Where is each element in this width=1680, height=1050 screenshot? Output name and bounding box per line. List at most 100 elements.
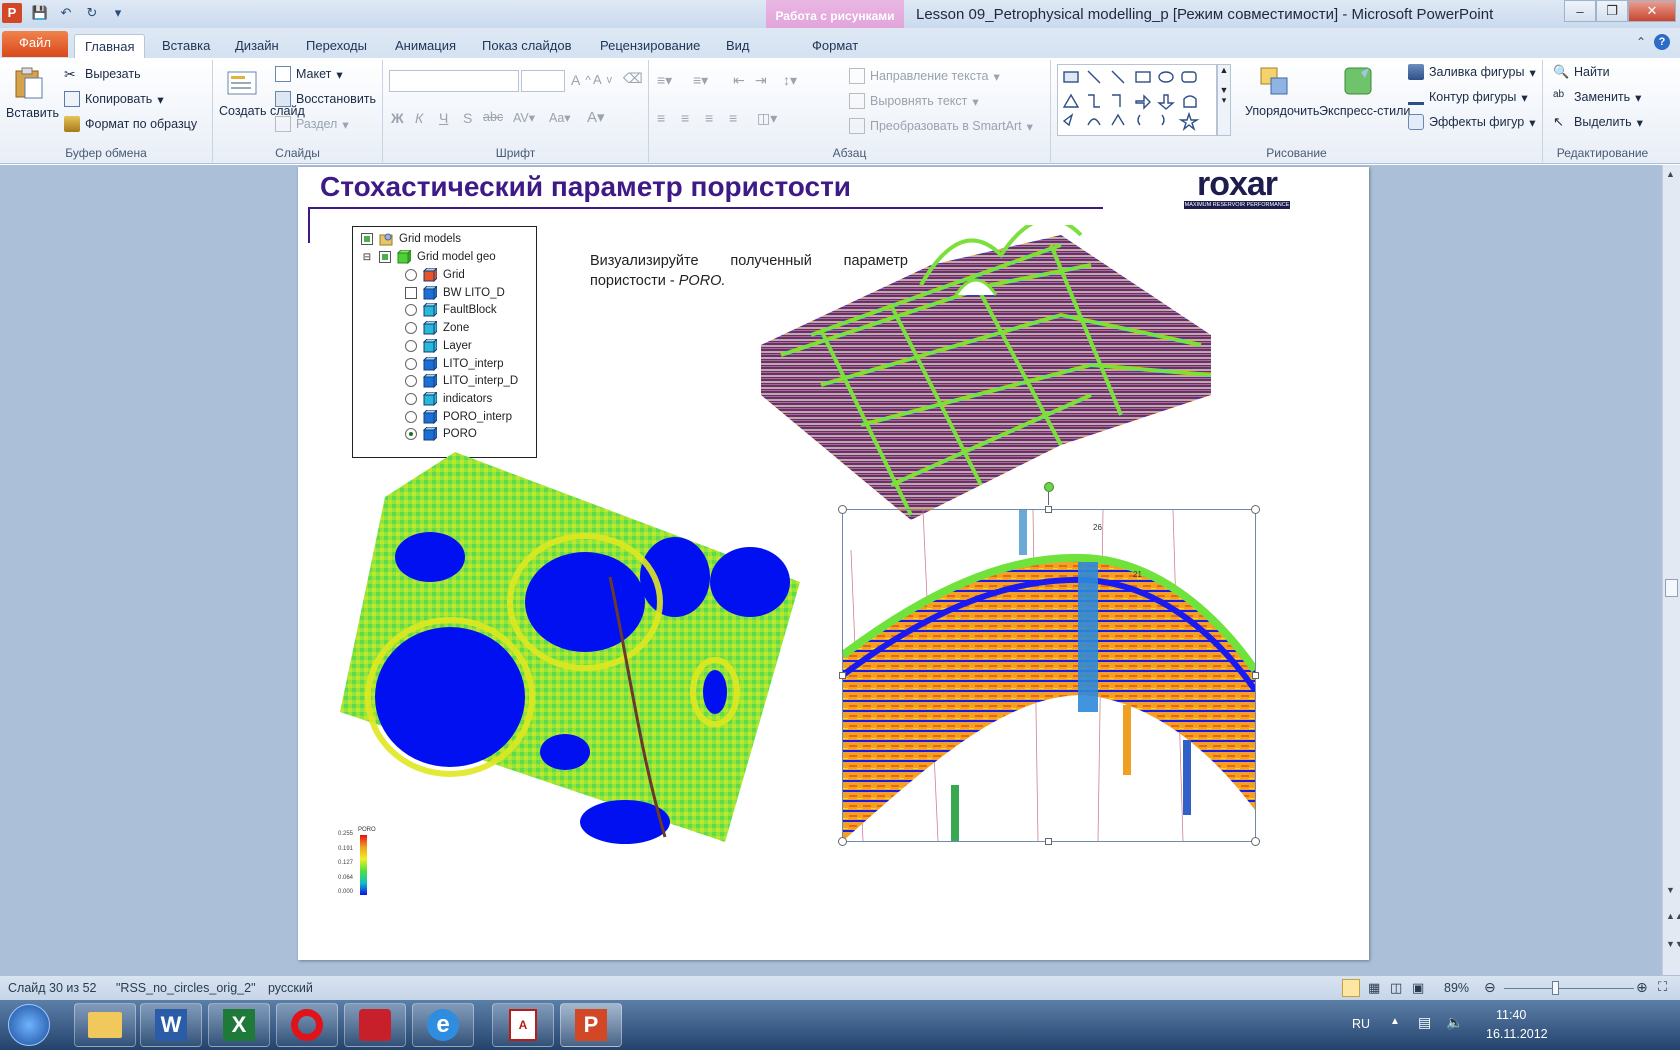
pdf-reader-taskbar-icon[interactable]: A (492, 1003, 554, 1047)
input-language[interactable]: RU (1352, 1017, 1370, 1031)
grow-font-button[interactable]: A ^ (571, 72, 591, 88)
model-checkbox[interactable] (379, 251, 391, 263)
zoom-out-icon[interactable]: ⊖ (1484, 979, 1496, 996)
font-family-select[interactable] (389, 70, 519, 92)
shape-fill-button[interactable]: Заливка фигуры ▾ (1408, 64, 1536, 80)
shape-effects-button[interactable]: Эффекты фигур ▾ (1408, 114, 1535, 130)
clock-date[interactable]: 16.11.2012 (1486, 1027, 1548, 1041)
numbering-icon[interactable]: ≡▾ (693, 72, 708, 89)
text-direction-button[interactable]: Направление текста ▾ (849, 68, 1000, 84)
shadow-button[interactable]: S (463, 110, 472, 126)
tab-home[interactable]: Главная (74, 34, 146, 58)
tab-design[interactable]: Дизайн (225, 34, 289, 58)
tab-file[interactable]: Файл (2, 31, 68, 57)
tree-item-radio[interactable] (405, 339, 417, 352)
cut-button[interactable]: ✂ Вырезать (64, 66, 141, 82)
scroll-thumb[interactable] (1665, 579, 1678, 597)
slide-canvas[interactable]: Стохастический параметр пористости roxar… (298, 167, 1369, 960)
shapes-gallery[interactable] (1057, 64, 1217, 136)
layout-button[interactable]: Макет ▾ (275, 66, 343, 82)
underline-button[interactable]: Ч (439, 110, 448, 126)
previous-slide-icon[interactable]: ▲▲ (1666, 911, 1680, 921)
resize-handle-sw[interactable] (838, 837, 847, 846)
normal-view-icon[interactable] (1342, 979, 1360, 997)
close-button[interactable]: ✕ (1628, 0, 1676, 22)
reset-button[interactable]: Восстановить (275, 91, 376, 107)
tab-insert[interactable]: Вставка (152, 34, 220, 58)
cross-section-picture[interactable]: 26 21 (838, 482, 1260, 846)
resize-handle-nw[interactable] (838, 505, 847, 514)
tree-item-radio[interactable] (405, 357, 417, 370)
zoom-slider[interactable] (1504, 988, 1634, 989)
minimize-button[interactable]: – (1564, 0, 1596, 22)
tree-item-radio[interactable] (405, 392, 417, 405)
root-checkbox[interactable] (361, 233, 373, 245)
arrange-button[interactable]: Упорядочить (1245, 104, 1319, 118)
select-button[interactable]: ↖ Выделить ▾ (1553, 114, 1643, 130)
tree-item[interactable]: PORO (405, 425, 477, 443)
tree-item[interactable]: LITO_interp_D (405, 372, 518, 390)
tree-item-radio[interactable] (405, 322, 417, 335)
quick-styles-button[interactable]: Экспресс-стили (1319, 104, 1410, 118)
start-button[interactable] (8, 1004, 50, 1046)
resize-handle-se[interactable] (1251, 837, 1260, 846)
tree-item[interactable]: FaultBlock (405, 301, 497, 319)
collapse-ribbon-icon[interactable]: ⌃ (1636, 35, 1646, 49)
volume-icon[interactable]: 🔈 (1446, 1014, 1463, 1031)
spacing-button[interactable]: AV▾ (513, 110, 535, 125)
find-button[interactable]: 🔍 Найти (1553, 64, 1610, 80)
reading-view-icon[interactable]: ◫ (1390, 980, 1402, 996)
paste-button[interactable]: Вставить (6, 106, 59, 120)
internet-explorer-taskbar-icon[interactable]: e (412, 1003, 474, 1047)
next-slide-icon[interactable]: ▼▼ (1666, 939, 1680, 949)
resize-handle-n[interactable] (1045, 506, 1052, 513)
align-left-icon[interactable]: ≡ (657, 110, 665, 126)
network-icon[interactable]: ▤ (1418, 1014, 1431, 1031)
tree-item[interactable]: PORO_interp (405, 408, 512, 426)
undo-icon[interactable]: ↶ (56, 4, 76, 22)
tree-item[interactable]: Zone (405, 319, 469, 337)
tree-item[interactable]: LITO_interp (405, 355, 504, 373)
scroll-up-icon[interactable]: ▲ (1666, 169, 1675, 179)
tab-slideshow[interactable]: Показ слайдов (472, 34, 582, 58)
poro-map-view[interactable] (340, 452, 810, 857)
zoom-level[interactable]: 89% (1444, 981, 1469, 995)
explorer-taskbar-icon[interactable] (74, 1003, 136, 1047)
align-center-icon[interactable]: ≡ (681, 110, 689, 126)
decrease-indent-icon[interactable]: ⇤ (733, 72, 745, 89)
opera-taskbar-icon[interactable] (276, 1003, 338, 1047)
tree-item[interactable]: Layer (405, 337, 472, 355)
tab-format[interactable]: Формат (802, 34, 868, 58)
tab-review[interactable]: Рецензирование (590, 34, 710, 58)
maximize-button[interactable]: ❐ (1596, 0, 1628, 22)
redo-icon[interactable]: ↻ (82, 4, 102, 22)
justify-icon[interactable]: ≡ (729, 110, 737, 126)
format-painter-button[interactable]: Формат по образцу (64, 116, 197, 132)
zoom-slider-thumb[interactable] (1552, 981, 1559, 995)
align-text-button[interactable]: Выровнять текст ▾ (849, 93, 979, 109)
resize-handle-ne[interactable] (1251, 505, 1260, 514)
replace-button[interactable]: ab Заменить ▾ (1553, 89, 1641, 105)
tree-model[interactable]: ⊟ Grid model geo (361, 248, 496, 266)
section-button[interactable]: Раздел ▾ (275, 116, 349, 132)
slideshow-icon[interactable]: ▣ (1412, 980, 1424, 996)
language-indicator[interactable]: русский (268, 981, 313, 995)
tree-root[interactable]: Grid models (361, 230, 461, 248)
italic-button[interactable]: К (415, 110, 423, 126)
zoom-in-icon[interactable]: ⊕ (1636, 979, 1648, 996)
tab-transitions[interactable]: Переходы (296, 34, 377, 58)
fit-to-window-icon[interactable]: ⛶ (1658, 979, 1667, 995)
collapse-icon[interactable]: ⊟ (361, 252, 373, 263)
smartart-button[interactable]: Преобразовать в SmartArt ▾ (849, 118, 1033, 134)
shapes-gallery-scroll[interactable]: ▲ ▼ ▾ (1217, 64, 1231, 136)
vertical-scrollbar[interactable]: ▲ ▼ ▲▲ ▼▼ (1662, 165, 1680, 975)
copy-button[interactable]: Копировать ▾ (64, 91, 164, 107)
app-taskbar-icon[interactable] (344, 1003, 406, 1047)
grid-models-tree[interactable]: Grid models ⊟ Grid model geo Grid BW LITO… (352, 226, 537, 458)
save-icon[interactable]: 💾 (30, 4, 50, 22)
bold-button[interactable]: Ж (391, 110, 404, 126)
clear-formatting-icon[interactable]: ⌫ (623, 70, 643, 87)
tree-item-checkbox[interactable] (405, 286, 417, 299)
tree-item[interactable]: BW LITO_D (405, 284, 505, 302)
slide-title[interactable]: Стохастический параметр пористости (320, 171, 851, 203)
